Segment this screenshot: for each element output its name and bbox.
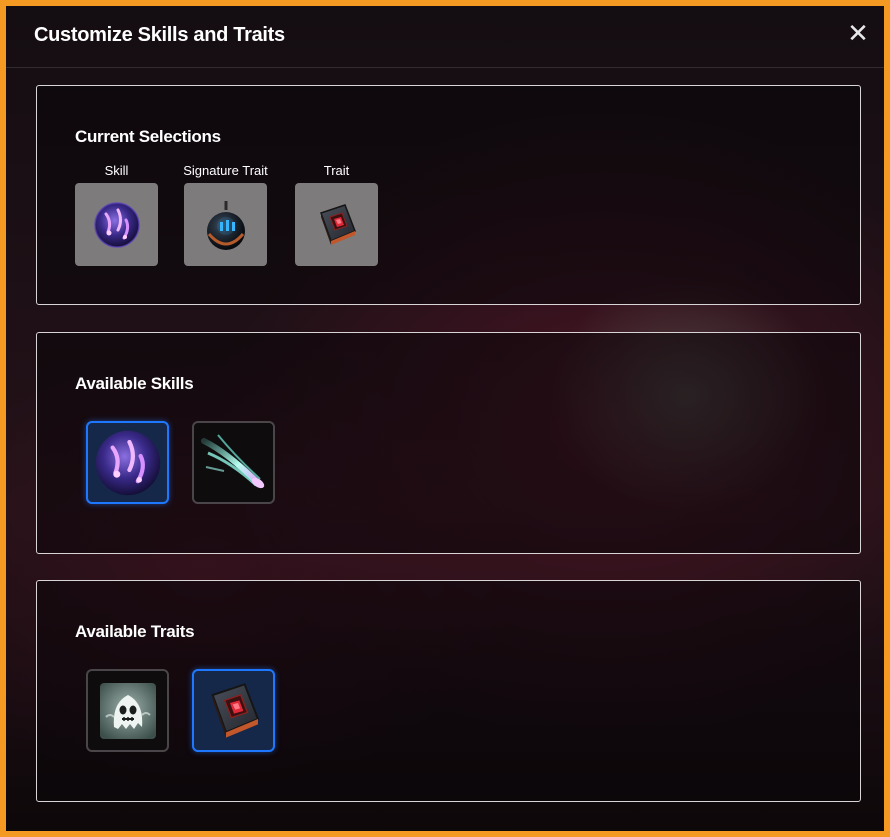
modal-title: Customize Skills and Traits: [34, 24, 285, 46]
available-traits-heading: Available Traits: [75, 622, 195, 641]
customize-modal: Customize Skills and Traits ✕ Current Se…: [0, 0, 890, 837]
skill-option-ice-comet[interactable]: [192, 421, 275, 504]
available-skills-heading: Available Skills: [75, 374, 194, 393]
purple-claw-orb-icon: [95, 430, 160, 495]
current-signature-trait-box[interactable]: [184, 183, 267, 266]
slot-label-trait: Trait: [323, 163, 350, 178]
trait-option-gem-book[interactable]: [192, 669, 275, 752]
ice-comet-slash-icon: [200, 433, 264, 488]
current-trait-slot: Trait: [295, 163, 378, 266]
trait-option-ghost[interactable]: [86, 669, 169, 752]
ghost-skull-icon: [99, 682, 156, 739]
current-skill-slot: Skill: [75, 163, 158, 266]
current-signature-trait-slot: Signature Trait: [183, 163, 268, 266]
current-trait-box[interactable]: [295, 183, 378, 266]
red-gem-book-icon: [210, 682, 259, 738]
slot-label-signature-trait: Signature Trait: [183, 163, 268, 178]
modal-header: Customize Skills and Traits ✕: [6, 6, 884, 68]
available-traits-panel: Available Traits: [36, 580, 861, 802]
available-skills-panel: Available Skills: [36, 332, 861, 554]
purple-claw-orb-icon: [93, 201, 140, 248]
current-selections-panel: Current Selections Skill Signature Trait: [36, 85, 861, 305]
current-skill-box[interactable]: [75, 183, 158, 266]
current-selections-heading: Current Selections: [75, 127, 221, 146]
skill-option-claw-orb[interactable]: [86, 421, 169, 504]
slot-label-skill: Skill: [104, 163, 129, 178]
dark-bomb-icon: [206, 200, 245, 250]
close-icon[interactable]: ✕: [846, 21, 870, 47]
red-gem-book-icon: [319, 203, 356, 245]
